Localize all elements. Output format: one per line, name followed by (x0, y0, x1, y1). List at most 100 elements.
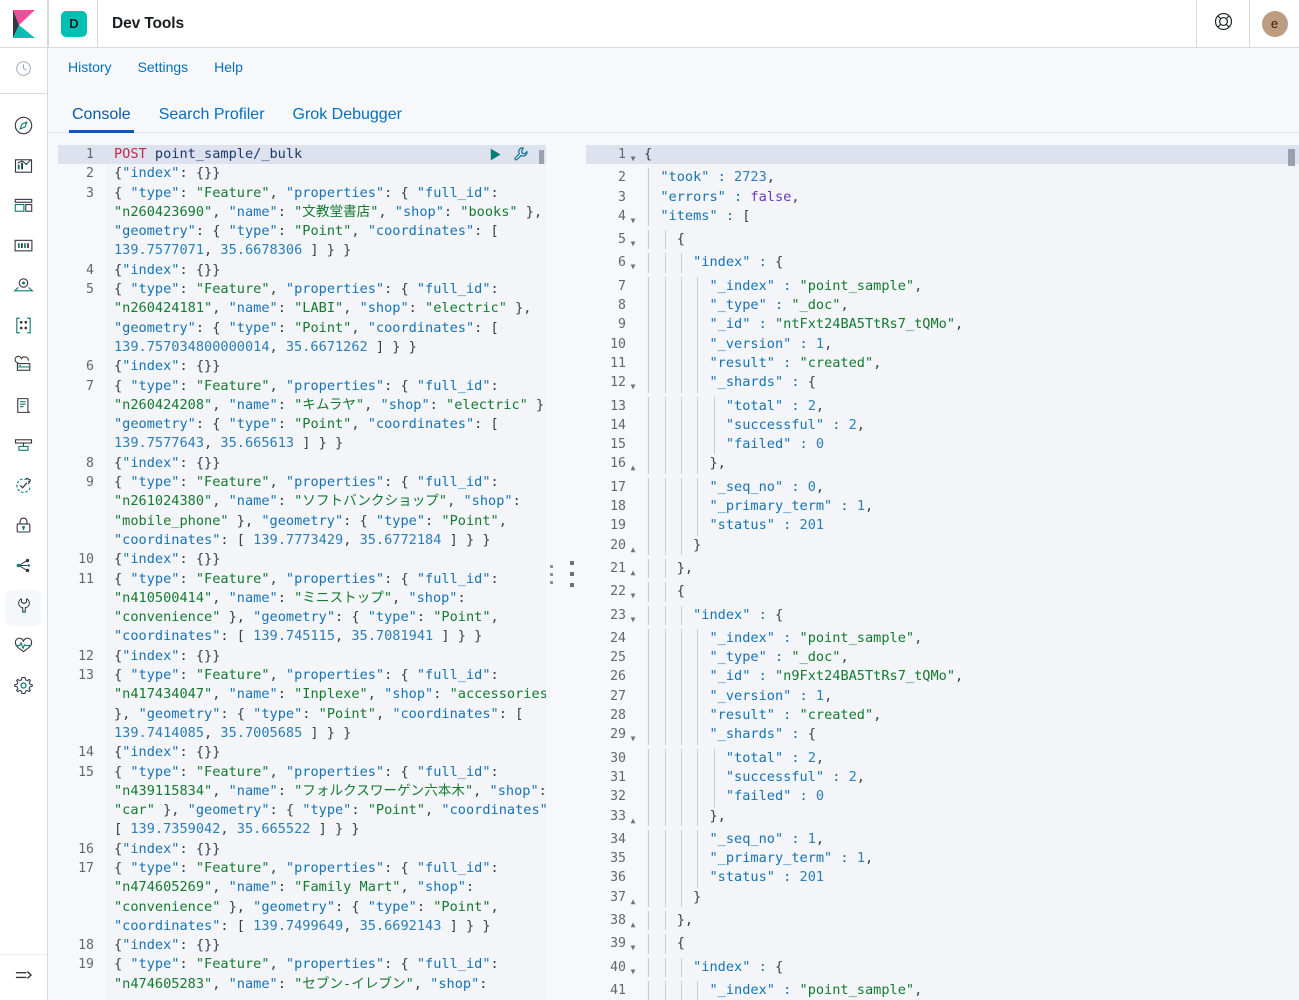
sidebar-item-apm[interactable] (0, 428, 47, 468)
request-line[interactable]: 1 POST point_sample/_bulk (58, 145, 558, 165)
response-line[interactable]: 4 ▼ "items" : [ (586, 206, 1299, 230)
sidebar-item-discover[interactable] (0, 108, 47, 148)
response-line[interactable]: 8 "_type" : "_doc", (586, 296, 1299, 316)
fold-down-icon[interactable]: ▼ (626, 606, 640, 629)
response-line[interactable]: 37 ▲ } (586, 887, 1299, 911)
sidebar-item-dashboard[interactable] (0, 188, 47, 228)
response-line[interactable]: 27 "_version" : 1, (586, 686, 1299, 707)
request-line[interactable]: 12 {"index": {}} (58, 647, 558, 666)
response-line[interactable]: 2 "took" : 2723, (586, 168, 1299, 188)
response-line[interactable]: 7 "_index" : "point_sample", (586, 276, 1299, 297)
fold-up-icon[interactable]: ▲ (626, 454, 640, 477)
request-line[interactable]: 6 {"index": {}} (58, 357, 558, 376)
fold-down-icon[interactable]: ▼ (626, 253, 640, 276)
response-line[interactable]: 9 "_id" : "ntFxt24BA5TtRs7_tQMo", (586, 315, 1299, 335)
request-line[interactable]: 2 {"index": {}} (58, 164, 558, 183)
menu-item-history[interactable]: History (55, 48, 125, 87)
request-line[interactable]: 16 {"index": {}} (58, 840, 558, 859)
response-line[interactable]: 36 "status" : 201 (586, 868, 1299, 888)
response-line[interactable]: 33 ▲ }, (586, 806, 1299, 830)
tab-search-profiler[interactable]: Search Profiler (145, 106, 279, 133)
request-line[interactable]: 8 {"index": {}} (58, 454, 558, 473)
request-line[interactable]: 18 {"index": {}} (58, 936, 558, 955)
menu-item-help[interactable]: Help (201, 48, 256, 87)
fold-down-icon[interactable]: ▼ (626, 934, 640, 957)
response-line[interactable]: 18 "_primary_term" : 1, (586, 497, 1299, 517)
response-line[interactable]: 16 ▲ }, (586, 454, 1299, 477)
response-line[interactable]: 35 "_primary_term" : 1, (586, 849, 1299, 869)
response-line[interactable]: 32 "failed" : 0 (586, 787, 1299, 807)
sidebar-item-canvas[interactable] (0, 228, 47, 268)
response-line[interactable]: 28 "result" : "created", (586, 706, 1299, 726)
fold-up-icon[interactable]: ▲ (626, 559, 640, 582)
request-line[interactable]: 9{ "type": "Feature", "properties": { "f… (58, 473, 558, 550)
request-line[interactable]: 7{ "type": "Feature", "properties": { "f… (58, 377, 558, 454)
response-line[interactable]: 40 ▼ "index" : { (586, 957, 1299, 981)
response-line[interactable]: 5 ▼ { (586, 230, 1299, 253)
sidebar-item-siem[interactable] (0, 508, 47, 548)
response-line[interactable]: 31 "successful" : 2, (586, 767, 1299, 788)
response-line[interactable]: 13 "total" : 2, (586, 396, 1299, 416)
fold-up-icon[interactable]: ▲ (626, 536, 640, 559)
kibana-logo-button[interactable] (0, 0, 48, 47)
response-line[interactable]: 11 "result" : "created", (586, 353, 1299, 374)
response-line[interactable]: 10 "_version" : 1, (586, 334, 1299, 354)
wrench-icon[interactable] (513, 146, 529, 168)
request-line[interactable]: 10 {"index": {}} (58, 550, 558, 569)
response-line[interactable]: 39 ▼ { (586, 934, 1299, 957)
fold-down-icon[interactable]: ▼ (626, 958, 640, 981)
response-scrollbar[interactable] (1285, 145, 1299, 1000)
response-line[interactable]: 21 ▲ }, (586, 558, 1299, 582)
response-line[interactable]: 24 "_index" : "point_sample", (586, 628, 1299, 649)
request-line[interactable]: 4 {"index": {}} (58, 261, 558, 280)
sidebar-item-monitoring[interactable] (0, 628, 47, 668)
fold-down-icon[interactable]: ▼ (626, 373, 640, 396)
response-line[interactable]: 15 "failed" : 0 (586, 435, 1299, 455)
help-button[interactable] (1196, 0, 1249, 47)
request-editor[interactable]: 1 POST point_sample/_bulk 2 {"index": {}} 3{… (58, 145, 558, 1000)
recently-viewed-button[interactable] (0, 48, 47, 94)
response-line[interactable]: 26 "_id" : "n9Fxt24BA5TtRs7_tQMo", (586, 667, 1299, 687)
tab-console[interactable]: Console (58, 106, 145, 133)
request-line[interactable]: 3{ "type": "Feature", "properties": { "f… (58, 184, 558, 261)
menu-item-settings[interactable]: Settings (125, 48, 202, 87)
request-line[interactable]: 14 {"index": {}} (58, 743, 558, 762)
response-line[interactable]: 6 ▼ "index" : { (586, 253, 1299, 276)
request-scroll-thumb[interactable] (539, 150, 544, 165)
response-scroll-thumb[interactable] (1288, 149, 1295, 166)
request-line[interactable]: 13{ "type": "Feature", "properties": { "… (58, 666, 558, 743)
sidebar-item-graph[interactable] (0, 548, 47, 588)
fold-up-icon[interactable]: ▲ (626, 911, 640, 934)
response-line[interactable]: 38 ▲ }, (586, 910, 1299, 934)
response-line[interactable]: 19 "status" : 201 (586, 516, 1299, 536)
response-editor[interactable]: 1 ▼{2 "took" : 2723, 3 "errors" : false, 4 ▼… (586, 145, 1299, 1000)
sidebar-item-maps[interactable] (0, 268, 47, 308)
response-line[interactable]: 22 ▼ { (586, 582, 1299, 605)
request-scroll-rail[interactable] (546, 145, 558, 1000)
response-line[interactable]: 29 ▼ "_shards" : { (586, 725, 1299, 748)
fold-up-icon[interactable]: ▲ (626, 807, 640, 830)
tab-grok-debugger[interactable]: Grok Debugger (279, 106, 416, 133)
request-line[interactable]: 19 { "type": "Feature", "properties": { "… (58, 955, 558, 994)
pane-resizer[interactable] (558, 145, 586, 1000)
response-line[interactable]: 23 ▼ "index" : { (586, 605, 1299, 629)
fold-up-icon[interactable]: ▲ (626, 888, 640, 911)
response-line[interactable]: 1 ▼{ (586, 145, 1299, 168)
response-line[interactable]: 14 "successful" : 2, (586, 415, 1299, 436)
fold-down-icon[interactable]: ▼ (626, 207, 640, 230)
sidebar-item-machine-learning[interactable] (0, 308, 47, 348)
request-line[interactable]: 17{ "type": "Feature", "properties": { "… (58, 859, 558, 936)
play-icon[interactable] (488, 147, 503, 168)
response-line[interactable]: 30 "total" : 2, (586, 748, 1299, 768)
sidebar-item-management[interactable] (0, 668, 47, 708)
response-line[interactable]: 17 "_seq_no" : 0, (586, 477, 1299, 498)
response-line[interactable]: 41 "_index" : "point_sample", (586, 980, 1299, 1000)
fold-down-icon[interactable]: ▼ (626, 725, 640, 748)
request-line[interactable]: 11{ "type": "Feature", "properties": { "… (58, 570, 558, 647)
response-line[interactable]: 34 "_seq_no" : 1, (586, 829, 1299, 850)
sidebar-item-uptime[interactable] (0, 468, 47, 508)
response-line[interactable]: 3 "errors" : false, (586, 187, 1299, 207)
sidebar-item-dev-tools[interactable] (0, 588, 47, 628)
response-line[interactable]: 25 "_type" : "_doc", (586, 648, 1299, 668)
fold-down-icon[interactable]: ▼ (626, 145, 640, 168)
